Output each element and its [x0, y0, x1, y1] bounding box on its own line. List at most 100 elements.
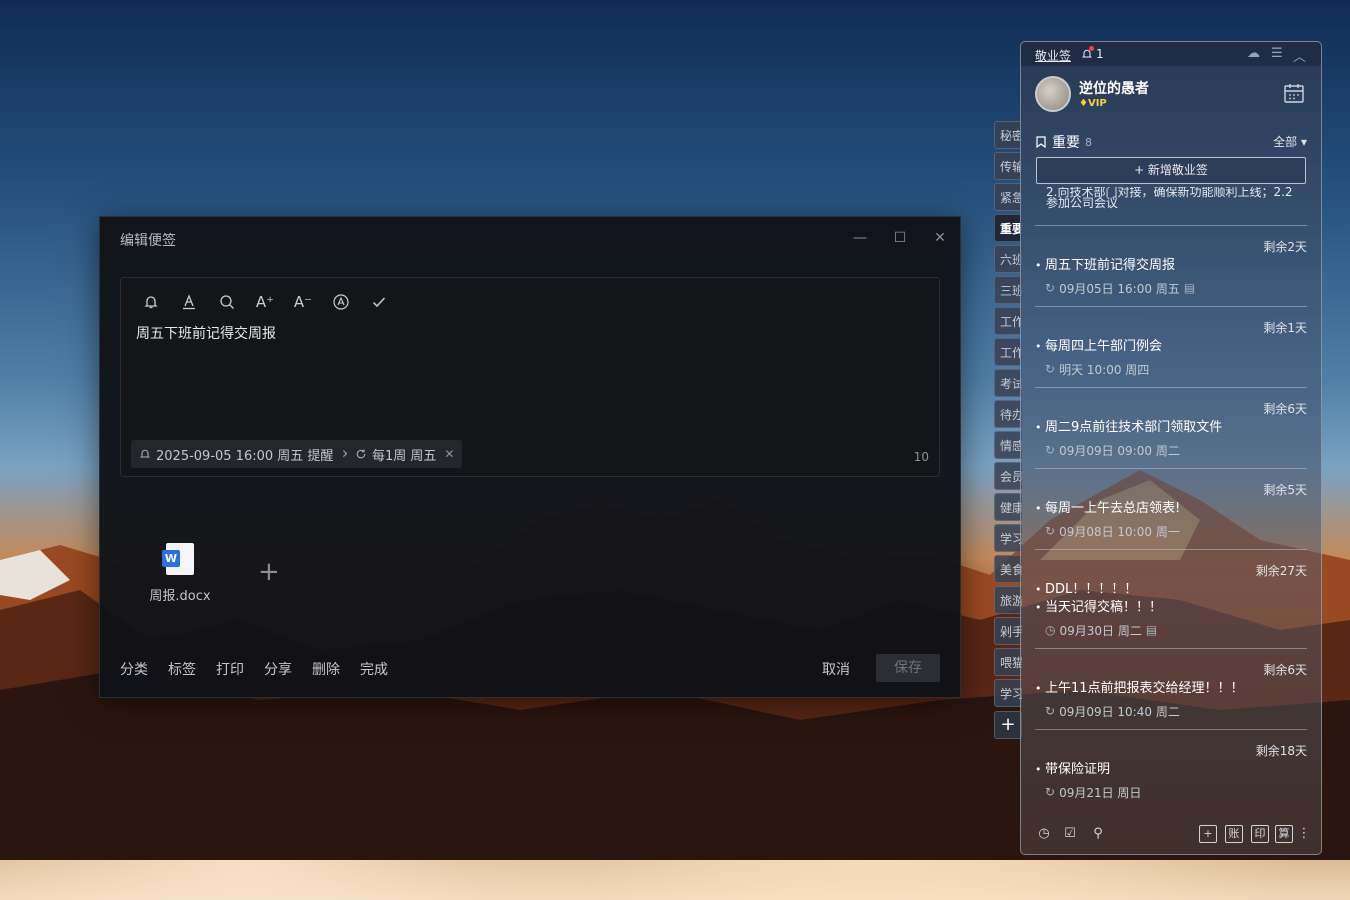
stamp-icon[interactable]: 印 — [1251, 825, 1269, 843]
list-item[interactable]: 剩余5天 每周一上午去总店领表! ↻09月08日 10:00 周一 — [1035, 468, 1307, 539]
maximize-button[interactable]: ☐ — [888, 227, 912, 249]
check-icon[interactable] — [367, 290, 391, 314]
note-title: 带保险证明 — [1035, 761, 1307, 779]
clock-icon[interactable]: ◷ — [1035, 825, 1053, 843]
tab-category[interactable]: 考试 — [994, 369, 1022, 397]
list-item[interactable]: 剩余6天 上午11点前把报表交给经理！！！ ↻09月09日 10:40 周二 — [1035, 648, 1307, 719]
note-time: 09月30日 周二 — [1059, 623, 1142, 638]
collapse-icon[interactable]: ︿ — [1293, 46, 1306, 65]
minimize-button[interactable]: — — [848, 227, 872, 249]
share-button[interactable]: 分享 — [264, 659, 292, 679]
repeat-chip[interactable]: 每1周 周五 ✕ — [347, 440, 463, 468]
calendar-icon[interactable] — [1283, 82, 1305, 104]
ledger-icon[interactable]: 账 — [1225, 825, 1243, 843]
avatar[interactable] — [1035, 76, 1071, 112]
repeat-icon — [356, 449, 366, 459]
tab-category[interactable]: 学习 — [994, 679, 1022, 707]
attachment-item[interactable]: W 周报.docx — [140, 543, 220, 604]
cloud-sync-icon[interactable]: ☁ — [1247, 46, 1260, 61]
note-content[interactable]: 周五下班前记得交周报 — [136, 323, 276, 343]
filter-dropdown[interactable]: 全部 ▾ — [1273, 133, 1307, 150]
note-title: 每周一上午去总店领表! — [1035, 500, 1307, 518]
tag-button[interactable]: 标签 — [168, 659, 196, 679]
tab-category[interactable]: 美食 — [994, 555, 1022, 583]
tab-category[interactable]: 待办 — [994, 400, 1022, 428]
checklist-icon[interactable]: ☑ — [1061, 825, 1079, 843]
tab-category[interactable]: 工作 — [994, 338, 1022, 366]
tab-category[interactable]: 会员 — [994, 462, 1022, 490]
chevron-down-icon: ▾ — [1300, 135, 1307, 149]
close-button[interactable]: ✕ — [928, 227, 952, 249]
list-item[interactable]: 剩余18天 带保险证明 ↻09月21日 周日 — [1035, 729, 1307, 800]
repeat-icon: ↻ — [1045, 524, 1056, 538]
note-time: 09月21日 周日 — [1059, 785, 1142, 800]
note-time: 09月09日 09:00 周二 — [1059, 443, 1180, 458]
tab-category[interactable]: 剁手 — [994, 617, 1022, 645]
remaining-days: 剩余6天 — [1263, 402, 1307, 416]
tab-category[interactable]: 情感 — [994, 431, 1022, 459]
tab-category[interactable]: 紧急 — [994, 183, 1022, 211]
list-item[interactable]: 剩余27天 DDL！！！！！ 当天记得交稿！！！ ◷09月30日 周二▤ — [1035, 549, 1307, 638]
list-item[interactable]: 剩余1天 每周四上午部门例会 ↻明天 10:00 周四 — [1035, 306, 1307, 377]
note-time: 09月08日 10:00 周一 — [1059, 524, 1180, 539]
font-decrease-icon[interactable]: A⁻ — [291, 290, 315, 314]
username: 逆位的愚者 — [1079, 81, 1149, 97]
tab-category[interactable]: 喂猫 — [994, 648, 1022, 676]
tab-category[interactable]: 健康 — [994, 493, 1022, 521]
remaining-days: 剩余27天 — [1255, 564, 1307, 578]
repeat-icon: ↻ — [1045, 704, 1056, 718]
tab-category[interactable]: 学习 — [994, 524, 1022, 552]
print-button[interactable]: 打印 — [216, 659, 244, 679]
complete-button[interactable]: 完成 — [360, 659, 388, 679]
repeat-icon: ↻ — [1045, 281, 1056, 295]
tab-category[interactable]: 传输 — [994, 152, 1022, 180]
add-attachment-icon[interactable]: + — [258, 557, 280, 587]
list-item[interactable]: 剩余2天 周五下班前记得交周报 ↻09月05日 16:00 周五▤ — [1035, 225, 1307, 296]
attachment-icon: ▤ — [1183, 281, 1196, 295]
tab-category[interactable]: 旅游 — [994, 586, 1022, 614]
notes-panel: 敬业签 1 ☁ ☰ ︿ 逆位的愚者 ♦VIP 重要 8 全部 ▾ + 新增敬业签… — [1020, 41, 1322, 855]
menu-icon[interactable]: ☰ — [1271, 46, 1283, 61]
notification-count: 1 — [1096, 47, 1104, 61]
search-icon[interactable]: ⚲ — [1089, 825, 1107, 843]
note-title: 周二9点前往技术部门领取文件 — [1035, 419, 1307, 437]
word-file-icon: W — [162, 543, 194, 575]
remove-repeat-icon[interactable]: ✕ — [444, 447, 454, 461]
calculator-icon[interactable]: 算 — [1275, 825, 1293, 843]
remaining-days: 剩余5天 — [1263, 483, 1307, 497]
vip-label: VIP — [1087, 98, 1107, 109]
bottom-actions: 分类 标签 打印 分享 删除 完成 — [120, 659, 388, 679]
tab-category-active[interactable]: 重要 — [994, 214, 1022, 242]
repeat-icon: ↻ — [1045, 443, 1056, 457]
tab-category[interactable]: 三班 — [994, 276, 1022, 304]
clock-icon: ◷ — [1045, 623, 1056, 637]
category-button[interactable]: 分类 — [120, 659, 148, 679]
remaining-days: 剩余1天 — [1263, 321, 1307, 335]
font-increase-icon[interactable]: A⁺ — [253, 290, 277, 314]
attachment-name: 周报.docx — [149, 589, 211, 604]
delete-button[interactable]: 删除 — [312, 659, 340, 679]
cancel-button[interactable]: 取消 — [822, 659, 850, 679]
font-color-icon[interactable] — [177, 290, 201, 314]
repeat-icon: ↻ — [1045, 785, 1056, 799]
app-name[interactable]: 敬业签 — [1035, 47, 1071, 64]
add-note-icon[interactable]: + — [1199, 825, 1217, 843]
bell-icon[interactable] — [139, 290, 163, 314]
save-button[interactable]: 保存 — [876, 654, 940, 682]
notification-indicator[interactable]: 1 — [1081, 46, 1104, 61]
list-item[interactable]: 剩余6天 周二9点前往技术部门领取文件 ↻09月09日 09:00 周二 — [1035, 387, 1307, 458]
more-icon[interactable]: ⋮ — [1295, 825, 1313, 843]
reminder-chip[interactable]: 2025-09-05 16:00 周五 提醒 ✕ — [131, 440, 360, 468]
add-category-button[interactable]: + — [994, 711, 1022, 739]
tab-category[interactable]: 秘密 — [994, 121, 1022, 149]
tab-category[interactable]: 六班 — [994, 245, 1022, 273]
auto-format-icon[interactable] — [329, 290, 353, 314]
note-editor[interactable]: A⁺ A⁻ 周五下班前记得交周报 2025-09-05 16:00 周五 提醒 … — [120, 277, 940, 477]
vip-badge: ♦VIP — [1079, 98, 1107, 109]
note-list: 剩余2天 周五下班前记得交周报 ↻09月05日 16:00 周五▤ 剩余1天 每… — [1035, 225, 1307, 810]
tab-category[interactable]: 工作 — [994, 307, 1022, 335]
search-icon[interactable] — [215, 290, 239, 314]
repeat-icon: ↻ — [1045, 362, 1056, 376]
add-note-button[interactable]: + 新增敬业签 — [1036, 157, 1306, 184]
note-time: 09月09日 10:40 周二 — [1059, 704, 1180, 719]
